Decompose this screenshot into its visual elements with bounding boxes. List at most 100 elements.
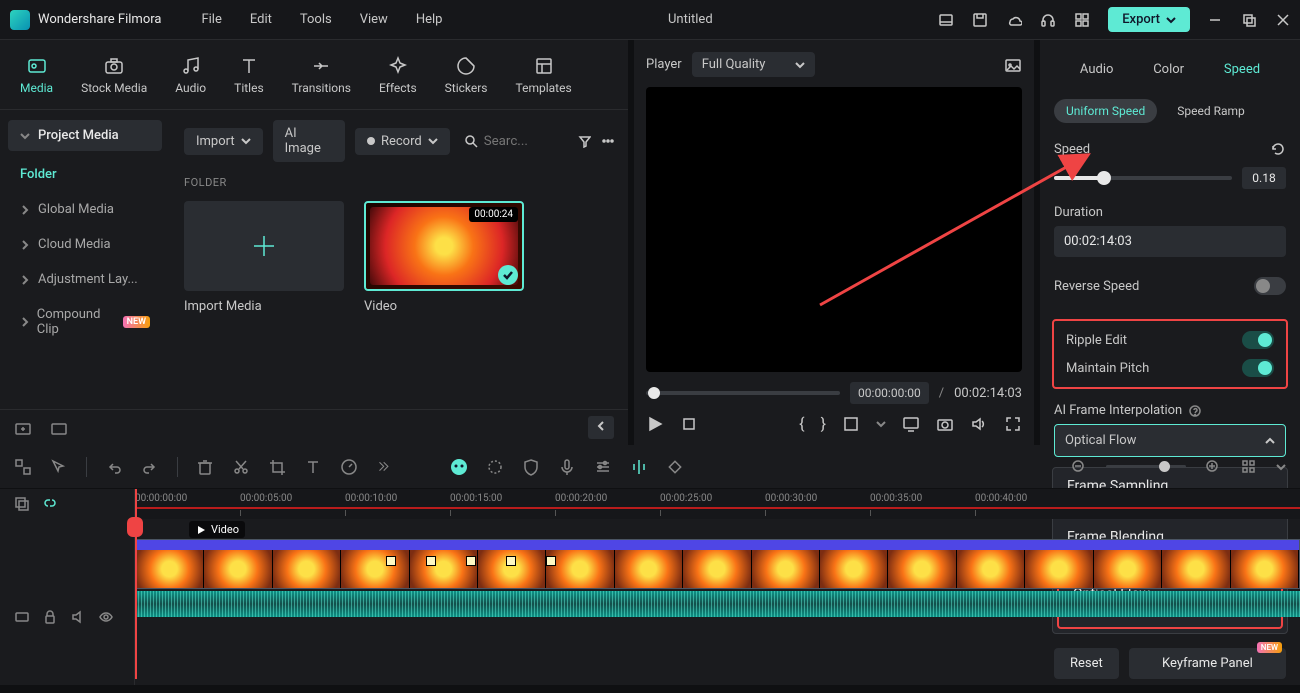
play-icon[interactable]: [646, 415, 664, 433]
duration-input[interactable]: 00:02:14:03: [1054, 226, 1286, 257]
ripple-toggle[interactable]: [1242, 331, 1274, 349]
search-box[interactable]: [460, 130, 568, 153]
preview-screen[interactable]: [646, 87, 1022, 372]
tab-audio-props[interactable]: Audio: [1076, 58, 1117, 81]
tab-transitions[interactable]: Transitions: [292, 55, 351, 95]
volume-icon[interactable]: [970, 415, 988, 433]
chevron-down-icon[interactable]: [876, 419, 886, 429]
ai-icon[interactable]: [450, 458, 468, 476]
sidebar-folder[interactable]: Folder: [8, 157, 162, 192]
duplicate-icon[interactable]: [14, 496, 30, 512]
menu-file[interactable]: File: [201, 12, 221, 27]
cursor-icon[interactable]: [50, 458, 68, 476]
mute-icon[interactable]: [70, 609, 86, 625]
menu-help[interactable]: Help: [416, 12, 443, 27]
speed-ramp-pill[interactable]: Speed Ramp: [1165, 99, 1257, 123]
help-icon[interactable]: [1189, 405, 1201, 417]
crop-tool-icon[interactable]: [268, 458, 286, 476]
keyframe-icon[interactable]: [666, 458, 684, 476]
cloud-icon[interactable]: [1006, 12, 1022, 28]
grid-icon[interactable]: [1240, 458, 1258, 476]
mic-icon[interactable]: [558, 458, 576, 476]
snapshot-icon[interactable]: [1004, 56, 1022, 74]
camera-icon[interactable]: [936, 415, 954, 433]
export-button[interactable]: Export: [1108, 7, 1190, 32]
reverse-toggle[interactable]: [1254, 277, 1286, 295]
fullscreen-icon[interactable]: [1004, 415, 1022, 433]
layout-icon[interactable]: [938, 12, 954, 28]
cut-icon[interactable]: [232, 458, 250, 476]
import-button[interactable]: Import: [184, 128, 263, 155]
link-icon[interactable]: [42, 496, 58, 512]
tab-media[interactable]: Media: [20, 55, 53, 95]
crop-icon[interactable]: [842, 415, 860, 433]
apps-icon[interactable]: [1074, 12, 1090, 28]
nav-back-button[interactable]: [588, 416, 614, 439]
new-folder-icon[interactable]: [14, 419, 32, 437]
zoom-in-icon[interactable]: [1204, 458, 1222, 476]
more-tools-icon[interactable]: [376, 458, 394, 476]
headphones-icon[interactable]: [1040, 12, 1056, 28]
pitch-toggle[interactable]: [1242, 359, 1274, 377]
speed-slider[interactable]: [1054, 176, 1232, 180]
new-folder2-icon[interactable]: [50, 419, 68, 437]
delete-icon[interactable]: [196, 458, 214, 476]
text-tool-icon[interactable]: [304, 458, 322, 476]
shield-icon[interactable]: [522, 458, 540, 476]
tab-titles[interactable]: Titles: [234, 55, 263, 95]
quality-select[interactable]: Full Quality: [692, 52, 816, 77]
tab-effects[interactable]: Effects: [379, 55, 417, 95]
sidebar-project-media[interactable]: Project Media: [8, 120, 162, 151]
tab-speed-props[interactable]: Speed: [1220, 58, 1264, 81]
mark-in-icon[interactable]: {: [799, 414, 804, 433]
sidebar-compound-clip[interactable]: Compound ClipNEW: [8, 297, 162, 347]
tab-stickers[interactable]: Stickers: [445, 55, 488, 95]
mark-out-icon[interactable]: }: [821, 414, 826, 433]
tab-stock[interactable]: Stock Media: [81, 55, 147, 95]
adjust-icon[interactable]: [594, 458, 612, 476]
save-icon[interactable]: [972, 12, 988, 28]
uniform-speed-pill[interactable]: Uniform Speed: [1054, 99, 1157, 123]
tab-color-props[interactable]: Color: [1149, 58, 1188, 81]
minimize-icon[interactable]: [1208, 13, 1222, 27]
speed-value[interactable]: 0.18: [1242, 167, 1286, 189]
video-clip[interactable]: [135, 539, 1300, 589]
record-button[interactable]: Record: [355, 128, 450, 155]
display-icon[interactable]: [902, 415, 920, 433]
reset-icon[interactable]: [1270, 141, 1286, 157]
eye-icon[interactable]: [98, 609, 114, 625]
maximize-icon[interactable]: [1242, 13, 1256, 27]
tab-audio[interactable]: Audio: [175, 55, 206, 95]
chevron-down-icon[interactable]: [1276, 462, 1286, 472]
undo-icon[interactable]: [105, 458, 123, 476]
menu-edit[interactable]: Edit: [250, 12, 272, 27]
tracks-area[interactable]: Video: [135, 519, 1300, 685]
video-clip-card[interactable]: 00:00:24 Video: [364, 201, 524, 314]
menu-view[interactable]: View: [360, 12, 388, 27]
menu-tools[interactable]: Tools: [300, 12, 332, 27]
zoom-slider[interactable]: [1106, 465, 1186, 468]
lock-icon[interactable]: [42, 609, 58, 625]
scrub-slider[interactable]: [646, 391, 840, 395]
audio-clip[interactable]: [135, 591, 1300, 617]
video-track-icon[interactable]: [14, 609, 30, 625]
sidebar-adjustment-layer[interactable]: Adjustment Lay...: [8, 262, 162, 297]
stop-icon[interactable]: [680, 415, 698, 433]
redo-icon[interactable]: [141, 458, 159, 476]
zoom-out-icon[interactable]: [1070, 458, 1088, 476]
filter-icon[interactable]: [578, 134, 591, 148]
sidebar-cloud-media[interactable]: Cloud Media: [8, 227, 162, 262]
timeline-ruler[interactable]: 00:00:00:00 00:00:05:00 00:00:10:00 00:0…: [135, 489, 1300, 519]
close-icon[interactable]: [1276, 13, 1290, 27]
marker-icon[interactable]: [630, 458, 648, 476]
selection-icon[interactable]: [14, 458, 32, 476]
import-media-card[interactable]: Import Media: [184, 201, 344, 314]
speed-tool-icon[interactable]: [340, 458, 358, 476]
tab-templates[interactable]: Templates: [516, 55, 572, 95]
more-icon[interactable]: [601, 134, 614, 148]
playhead[interactable]: [135, 489, 137, 679]
ai-image-button[interactable]: AI Image: [273, 120, 345, 162]
color-tool-icon[interactable]: [486, 458, 504, 476]
sidebar-global-media[interactable]: Global Media: [8, 192, 162, 227]
search-input[interactable]: [484, 134, 564, 149]
